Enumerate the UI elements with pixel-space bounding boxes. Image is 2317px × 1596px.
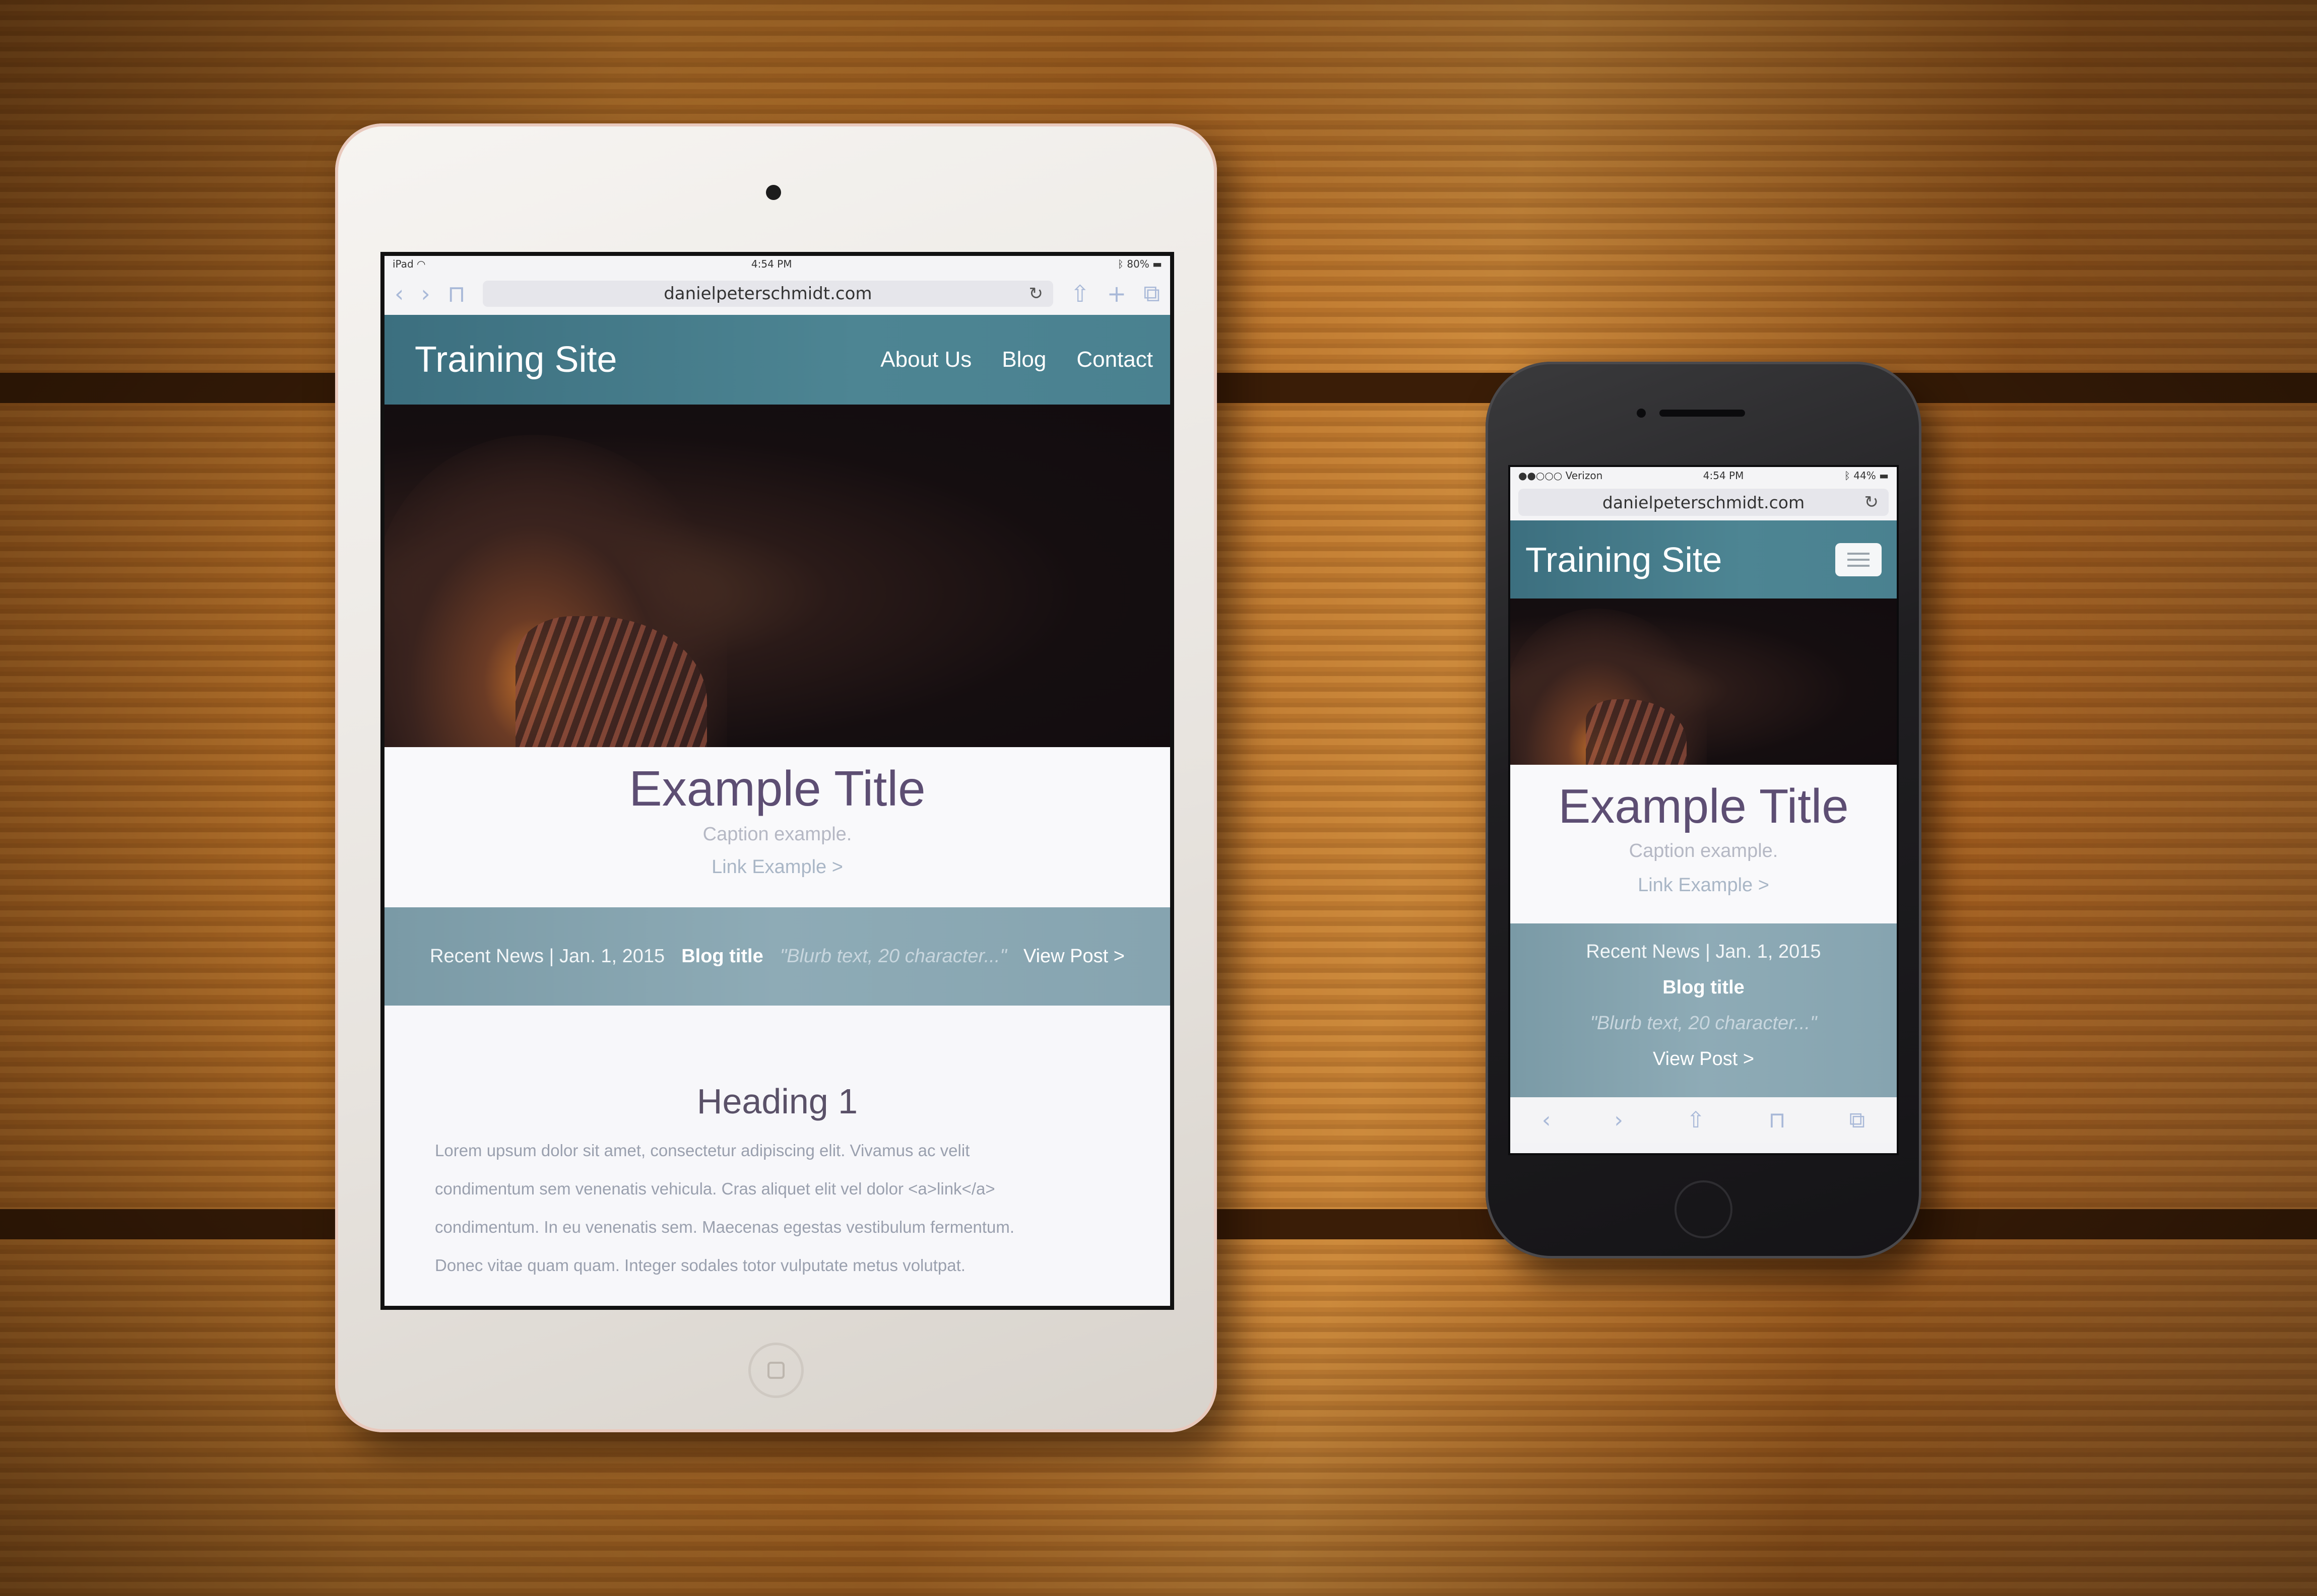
hero-title-card: Example Title Caption example. Link Exam… (1510, 765, 1897, 923)
body-line: condimentum. In eu venenatis sem. Maecen… (435, 1218, 1015, 1236)
heading-1: Heading 1 (696, 1082, 858, 1121)
bluetooth-icon: ᛒ (1844, 470, 1850, 482)
battery-percent: 80% (1127, 258, 1149, 270)
hero-link[interactable]: Link Example > (1510, 875, 1897, 896)
body-text: Lorem upsum dolor sit amet, consectetur … (435, 1132, 1120, 1285)
ipad-safari-toolbar: ‹ › ⊓ danielpeterschmidt.com ↻ ⇧ + ⧉ (384, 272, 1170, 315)
ipad-status-bar: iPad ◠ 4:54 PM ᛒ 80% ▬ (384, 256, 1170, 272)
wifi-icon: ◠ (417, 258, 426, 270)
hero-caption: Caption example. (702, 824, 852, 845)
site-header: Training Site About Us Blog Contact (384, 315, 1170, 405)
hero-image (384, 405, 1170, 747)
ipad-screen: iPad ◠ 4:54 PM ᛒ 80% ▬ ‹ › ⊓ danielpeter… (380, 252, 1174, 1310)
chevron-left-icon[interactable]: ‹ (1542, 1107, 1551, 1133)
iphone-screen: ●●○○○ Verizon 4:54 PM ᛒ 44% ▬ danielpete… (1508, 465, 1899, 1155)
share-icon[interactable]: ⇧ (1070, 280, 1090, 307)
ipad-camera (766, 185, 781, 200)
address-bar[interactable]: danielpeterschmidt.com ↻ (1518, 489, 1889, 516)
news-blog-title: Blog title (681, 946, 763, 967)
hero-title-card: Example Title Caption example. Link Exam… (384, 747, 1170, 907)
signal-icon: ●●○○○ (1518, 470, 1563, 482)
hamburger-icon[interactable] (1835, 543, 1882, 576)
chevron-right-icon[interactable]: › (421, 280, 430, 307)
chevron-left-icon[interactable]: ‹ (395, 280, 404, 307)
hero-title: Example Title (629, 761, 926, 816)
nav-about-us[interactable]: About Us (880, 347, 972, 372)
body-line: condimentum sem venenatis vehicula. Cras… (435, 1179, 995, 1198)
news-blurb: "Blurb text, 20 character..." (1590, 1013, 1817, 1034)
battery-percent: 44% (1853, 470, 1876, 482)
body-line: Donec vitae quam quam. Integer sodales t… (435, 1256, 966, 1275)
hero-link[interactable]: Link Example > (384, 856, 1170, 878)
ipad-device: iPad ◠ 4:54 PM ᛒ 80% ▬ ‹ › ⊓ danielpeter… (335, 123, 1217, 1432)
status-time: 4:54 PM (751, 258, 792, 270)
recent-news-bar: Recent News | Jan. 1, 2015 Blog title "B… (1510, 923, 1897, 1097)
site-header: Training Site (1510, 520, 1897, 598)
hero-title: Example Title (1558, 779, 1849, 833)
book-icon[interactable]: ⊓ (1768, 1107, 1785, 1133)
hero-image (1510, 598, 1897, 765)
iphone-camera (1637, 409, 1646, 418)
url-text: danielpeterschmidt.com (1602, 492, 1805, 512)
bluetooth-icon: ᛒ (1117, 258, 1124, 270)
site-nav: About Us Blog Contact (880, 347, 1153, 372)
share-icon[interactable]: ⇧ (1687, 1107, 1705, 1133)
hero-caption: Caption example. (1629, 840, 1778, 861)
body-line: Lorem upsum dolor sit amet, consectetur … (435, 1141, 970, 1160)
news-label: Recent News | Jan. 1, 2015 (1586, 941, 1821, 962)
iphone-device: ●●○○○ Verizon 4:54 PM ᛒ 44% ▬ danielpete… (1486, 362, 1921, 1258)
address-bar[interactable]: danielpeterschmidt.com ↻ (482, 280, 1054, 307)
nav-contact[interactable]: Contact (1076, 347, 1153, 372)
news-blog-title: Blog title (1662, 977, 1745, 998)
reload-icon[interactable]: ↻ (1864, 492, 1879, 512)
carrier-label: Verizon (1565, 470, 1603, 482)
iphone-safari-toolbar: ‹ › ⇧ ⊓ ⧉ (1510, 1097, 1897, 1143)
recent-news-bar: Recent News | Jan. 1, 2015 Blog title "B… (384, 907, 1170, 1006)
site-brand[interactable]: Training Site (415, 339, 617, 380)
iphone-status-bar: ●●○○○ Verizon 4:54 PM ᛒ 44% ▬ (1510, 467, 1897, 484)
battery-icon: ▬ (1152, 258, 1162, 270)
iphone-home-button[interactable] (1675, 1180, 1732, 1238)
reload-icon[interactable]: ↻ (1029, 284, 1044, 304)
plus-icon[interactable]: + (1107, 280, 1127, 307)
main-content: Heading 1 Lorem upsum dolor sit amet, co… (384, 1006, 1170, 1306)
news-label: Recent News | Jan. 1, 2015 (430, 946, 665, 967)
carrier-label: iPad (393, 258, 414, 270)
news-blurb: "Blurb text, 20 character..." (780, 946, 1007, 967)
iphone-speaker (1659, 410, 1745, 417)
status-time: 4:54 PM (1703, 470, 1744, 482)
tabs-icon[interactable]: ⧉ (1143, 280, 1160, 308)
url-text: danielpeterschmidt.com (664, 283, 872, 304)
site-brand[interactable]: Training Site (1525, 540, 1722, 580)
chevron-right-icon[interactable]: › (1614, 1107, 1623, 1133)
iphone-safari-address: danielpeterschmidt.com ↻ (1510, 484, 1897, 520)
ipad-home-button[interactable] (748, 1343, 804, 1398)
nav-blog[interactable]: Blog (1002, 347, 1046, 372)
view-post-link[interactable]: View Post > (1023, 946, 1125, 967)
book-icon[interactable]: ⊓ (447, 280, 466, 307)
tabs-icon[interactable]: ⧉ (1849, 1107, 1865, 1133)
battery-icon: ▬ (1879, 470, 1889, 482)
view-post-link[interactable]: View Post > (1510, 1048, 1897, 1084)
